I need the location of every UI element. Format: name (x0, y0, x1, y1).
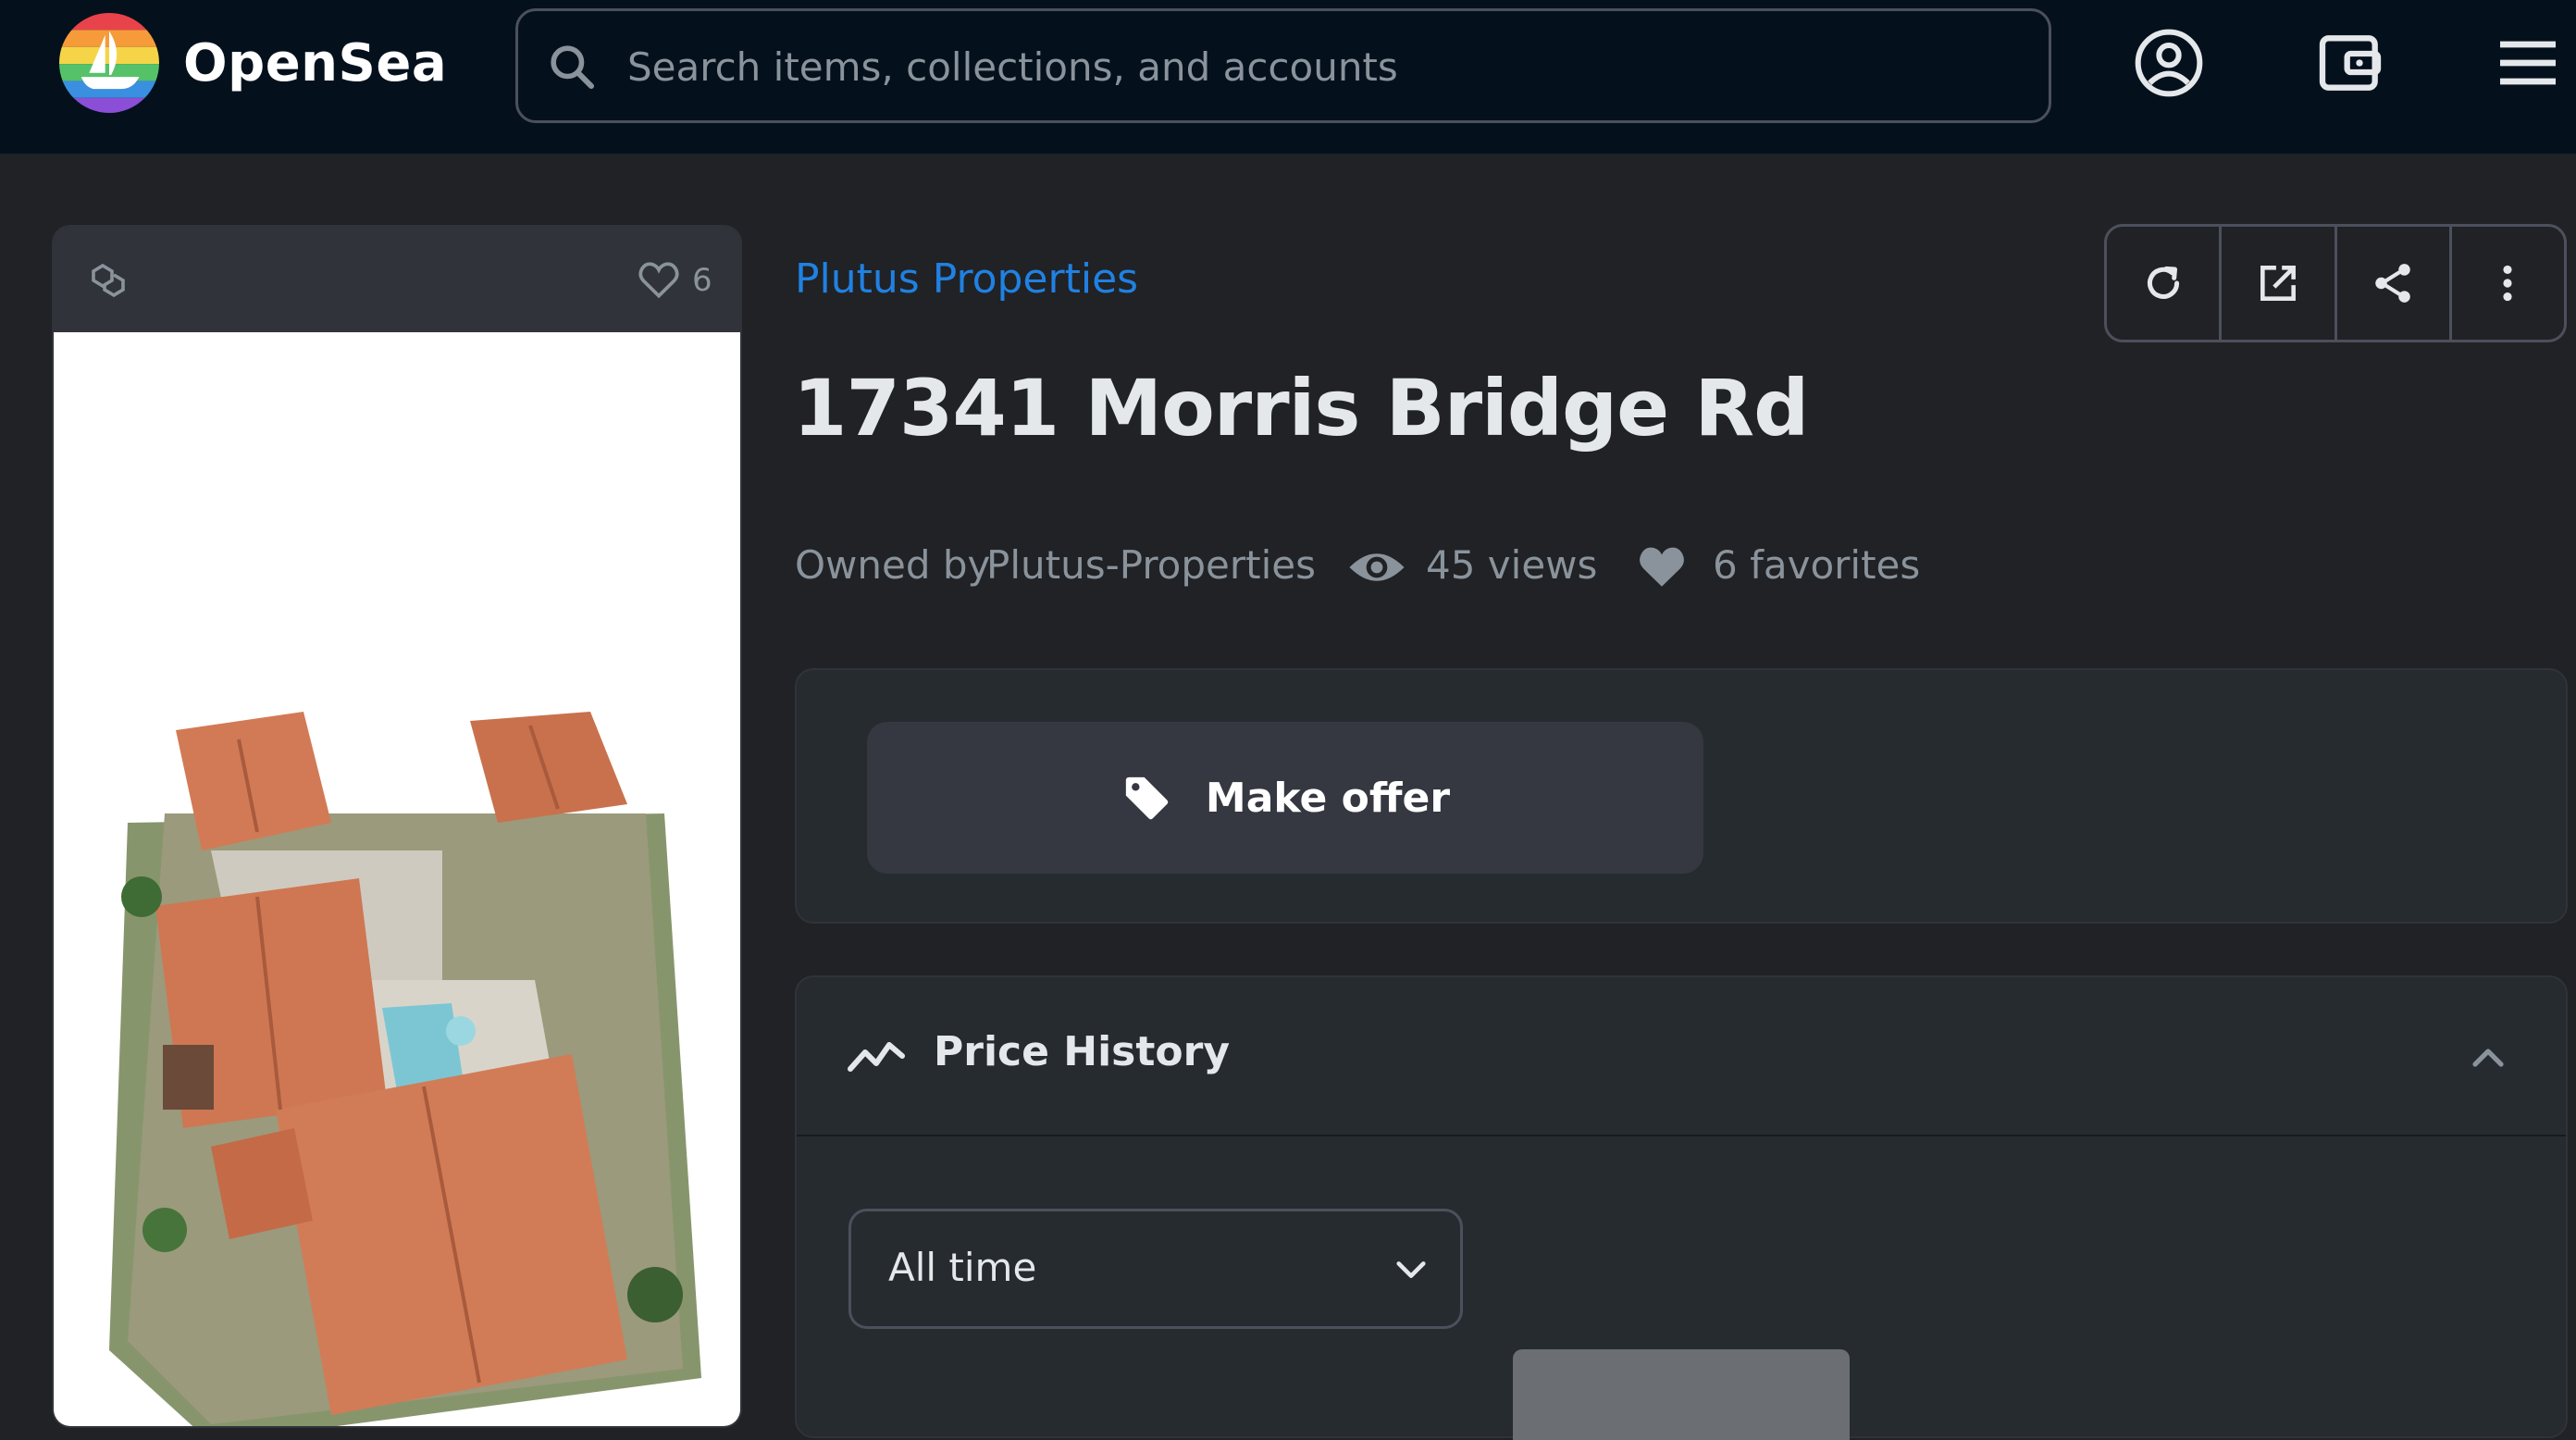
offer-panel: Make offer (795, 668, 2568, 924)
share-button[interactable] (2337, 227, 2452, 340)
chevron-up-icon[interactable] (2470, 1040, 2507, 1074)
item-title: 17341 Morris Bridge Rd (793, 363, 1809, 453)
brand-name[interactable]: OpenSea (183, 31, 447, 96)
menu-icon[interactable] (2491, 26, 2565, 100)
time-range-select[interactable]: All time (848, 1209, 1463, 1329)
top-navigation-bar: OpenSea (0, 0, 2576, 154)
more-icon (2503, 265, 2512, 302)
open-external-button[interactable] (2222, 227, 2337, 340)
make-offer-label: Make offer (1205, 774, 1451, 822)
nft-media-card: 6 (52, 225, 742, 1428)
price-history-title: Price History (934, 1028, 1231, 1075)
favorite-heart-icon[interactable] (635, 256, 683, 303)
wallet-icon[interactable] (2313, 26, 2387, 100)
refresh-icon (2147, 266, 2179, 299)
price-tag-icon (1125, 776, 1169, 820)
favorite-count: 6 (692, 262, 712, 299)
opensea-logo[interactable] (59, 13, 159, 113)
favorites-heart-icon (1640, 547, 1684, 587)
share-icon (2375, 264, 2410, 303)
owned-by-label: Owned by (795, 542, 991, 588)
collection-link[interactable]: Plutus Properties (795, 255, 1138, 303)
polygon-chain-icon[interactable] (85, 260, 131, 301)
search-input[interactable] (625, 33, 2017, 100)
more-options-button[interactable] (2452, 227, 2564, 340)
views-eye-icon (1349, 553, 1405, 581)
search-box[interactable] (515, 8, 2051, 123)
external-link-icon (2260, 266, 2296, 301)
trending-line-icon (848, 1042, 905, 1072)
views-count: 45 views (1426, 542, 1598, 588)
chart-placeholder (1513, 1349, 1850, 1440)
account-icon[interactable] (2132, 26, 2206, 100)
item-action-group (2104, 224, 2567, 342)
make-offer-button[interactable]: Make offer (867, 722, 1703, 874)
card-header: 6 (54, 227, 740, 332)
search-icon (551, 45, 595, 90)
owner-link[interactable]: Plutus-Properties (986, 542, 1316, 588)
price-history-header[interactable]: Price History (797, 977, 2566, 1136)
favorites-count: 6 favorites (1713, 542, 1921, 588)
refresh-button[interactable] (2107, 227, 2223, 340)
house-aerial-illustration (109, 712, 701, 1426)
time-range-value: All time (888, 1245, 1037, 1290)
chevron-down-icon (1396, 1261, 1426, 1278)
price-history-panel: Price History All time (795, 975, 2568, 1440)
property-aerial-image[interactable] (54, 332, 740, 1426)
